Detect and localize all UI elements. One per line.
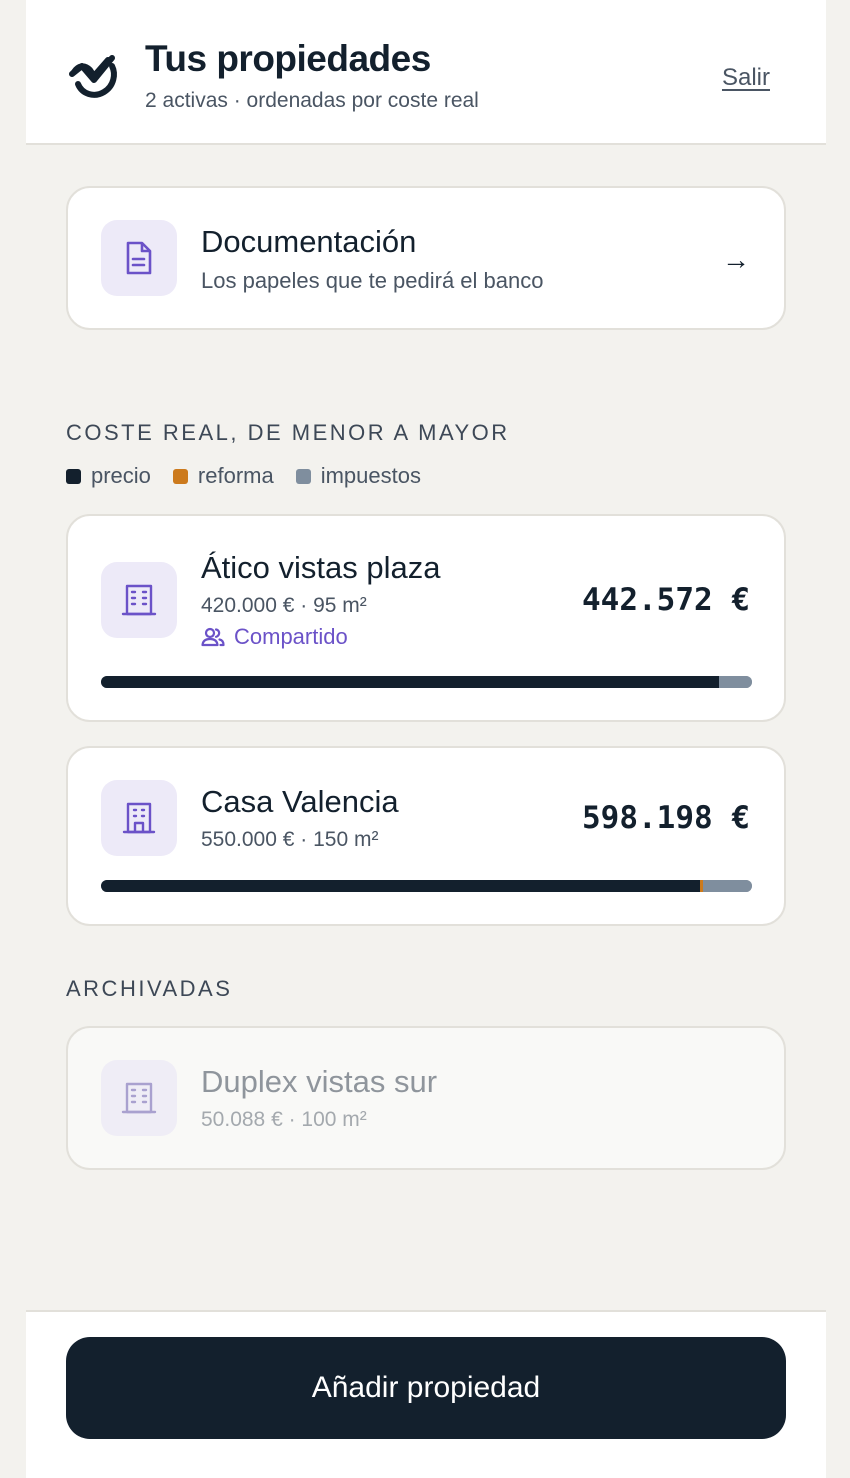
documentation-subtitle: Los papeles que te pedirá el banco <box>201 268 544 293</box>
property-total-cost: 442.572 € <box>582 582 750 618</box>
property-name: Duplex vistas sur <box>201 1064 438 1099</box>
footer-bar: Añadir propiedad <box>26 1310 826 1478</box>
building-icon <box>121 584 157 616</box>
logout-link[interactable]: Salir <box>722 64 770 92</box>
legend-swatch-impuestos <box>295 468 311 484</box>
page: Tus propiedades 2 activas · ordenadas po… <box>26 0 826 1478</box>
cost-breakdown-bar <box>101 880 752 892</box>
property-name: Ático vistas plaza <box>201 550 441 585</box>
bar-segment-precio <box>101 880 700 892</box>
property-icon-box <box>101 562 177 638</box>
building-icon <box>121 1082 157 1114</box>
ranking-section-label: COSTE REAL, DE MENOR A MAYOR <box>66 420 510 445</box>
users-icon <box>201 627 225 647</box>
document-icon <box>126 241 152 275</box>
documentation-card[interactable]: Documentación Los papeles que te pedirá … <box>66 186 786 330</box>
property-card[interactable]: Ático vistas plaza 420.000 € · 95 m² Com… <box>66 514 786 722</box>
bar-segment-impuestos <box>718 676 752 688</box>
bar-segment-impuestos <box>702 880 752 892</box>
documentation-title: Documentación <box>201 224 417 259</box>
property-card[interactable]: Casa Valencia 550.000 € · 150 m² 598.198… <box>66 746 786 926</box>
page-subtitle: 2 activas · ordenadas por coste real <box>145 89 479 112</box>
page-title: Tus propiedades <box>145 38 431 79</box>
property-name: Casa Valencia <box>201 784 399 819</box>
legend-item-impuestos: impuestos <box>295 463 421 489</box>
arrow-right-icon[interactable]: → <box>722 244 750 276</box>
legend-item-precio: precio <box>66 463 151 489</box>
logo-check-icon <box>69 55 117 98</box>
legend-swatch-precio <box>66 468 81 484</box>
add-property-button[interactable]: Añadir propiedad <box>66 1337 786 1439</box>
bar-segment-precio <box>101 676 719 688</box>
documentation-icon-box <box>101 220 177 296</box>
legend-item-reforma: reforma <box>172 463 274 489</box>
legend-label-reforma: reforma <box>197 463 274 488</box>
house-icon <box>122 802 156 834</box>
legend-label-precio: precio <box>91 463 151 488</box>
legend-label-impuestos: impuestos <box>320 463 421 488</box>
property-total-cost: 598.198 € <box>582 800 750 836</box>
shared-badge: Compartido <box>201 624 348 650</box>
property-icon-box <box>101 1060 177 1136</box>
archived-section-label: ARCHIVADAS <box>66 976 233 1001</box>
property-meta: 550.000 € · 150 m² <box>201 828 379 851</box>
cost-legend: precio reforma impuestos <box>66 463 421 489</box>
app-header: Tus propiedades 2 activas · ordenadas po… <box>26 0 826 145</box>
shared-label: Compartido <box>234 624 348 649</box>
property-meta: 50.088 € · 100 m² <box>201 1108 367 1131</box>
archived-property-card[interactable]: Duplex vistas sur 50.088 € · 100 m² <box>66 1026 786 1170</box>
cost-breakdown-bar <box>101 676 752 688</box>
property-meta: 420.000 € · 95 m² <box>201 594 367 617</box>
legend-swatch-reforma <box>172 468 188 484</box>
property-icon-box <box>101 780 177 856</box>
